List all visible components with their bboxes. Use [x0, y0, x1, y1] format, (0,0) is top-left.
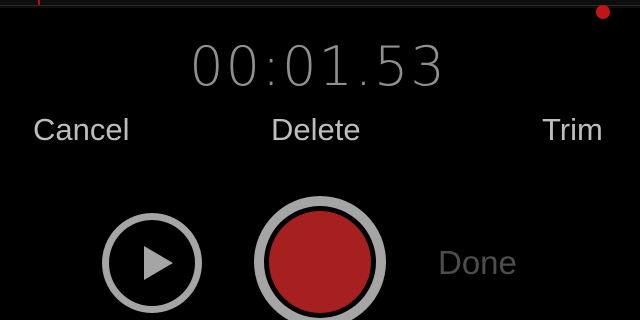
play-button[interactable]	[102, 213, 202, 313]
waveform-baseline	[0, 5, 640, 6]
cancel-button[interactable]: Cancel	[33, 110, 130, 150]
record-button[interactable]	[254, 196, 386, 320]
record-icon	[269, 211, 371, 313]
delete-button[interactable]: Delete	[271, 110, 361, 150]
waveform-strip	[0, 0, 640, 8]
trim-button[interactable]: Trim	[542, 110, 603, 150]
play-icon	[144, 246, 173, 280]
done-button[interactable]: Done	[438, 243, 517, 283]
record-position-dot[interactable]	[596, 5, 610, 19]
record-ring	[254, 196, 386, 320]
recording-timer: 00:01.53	[189, 35, 447, 98]
playhead-marker	[38, 0, 40, 5]
